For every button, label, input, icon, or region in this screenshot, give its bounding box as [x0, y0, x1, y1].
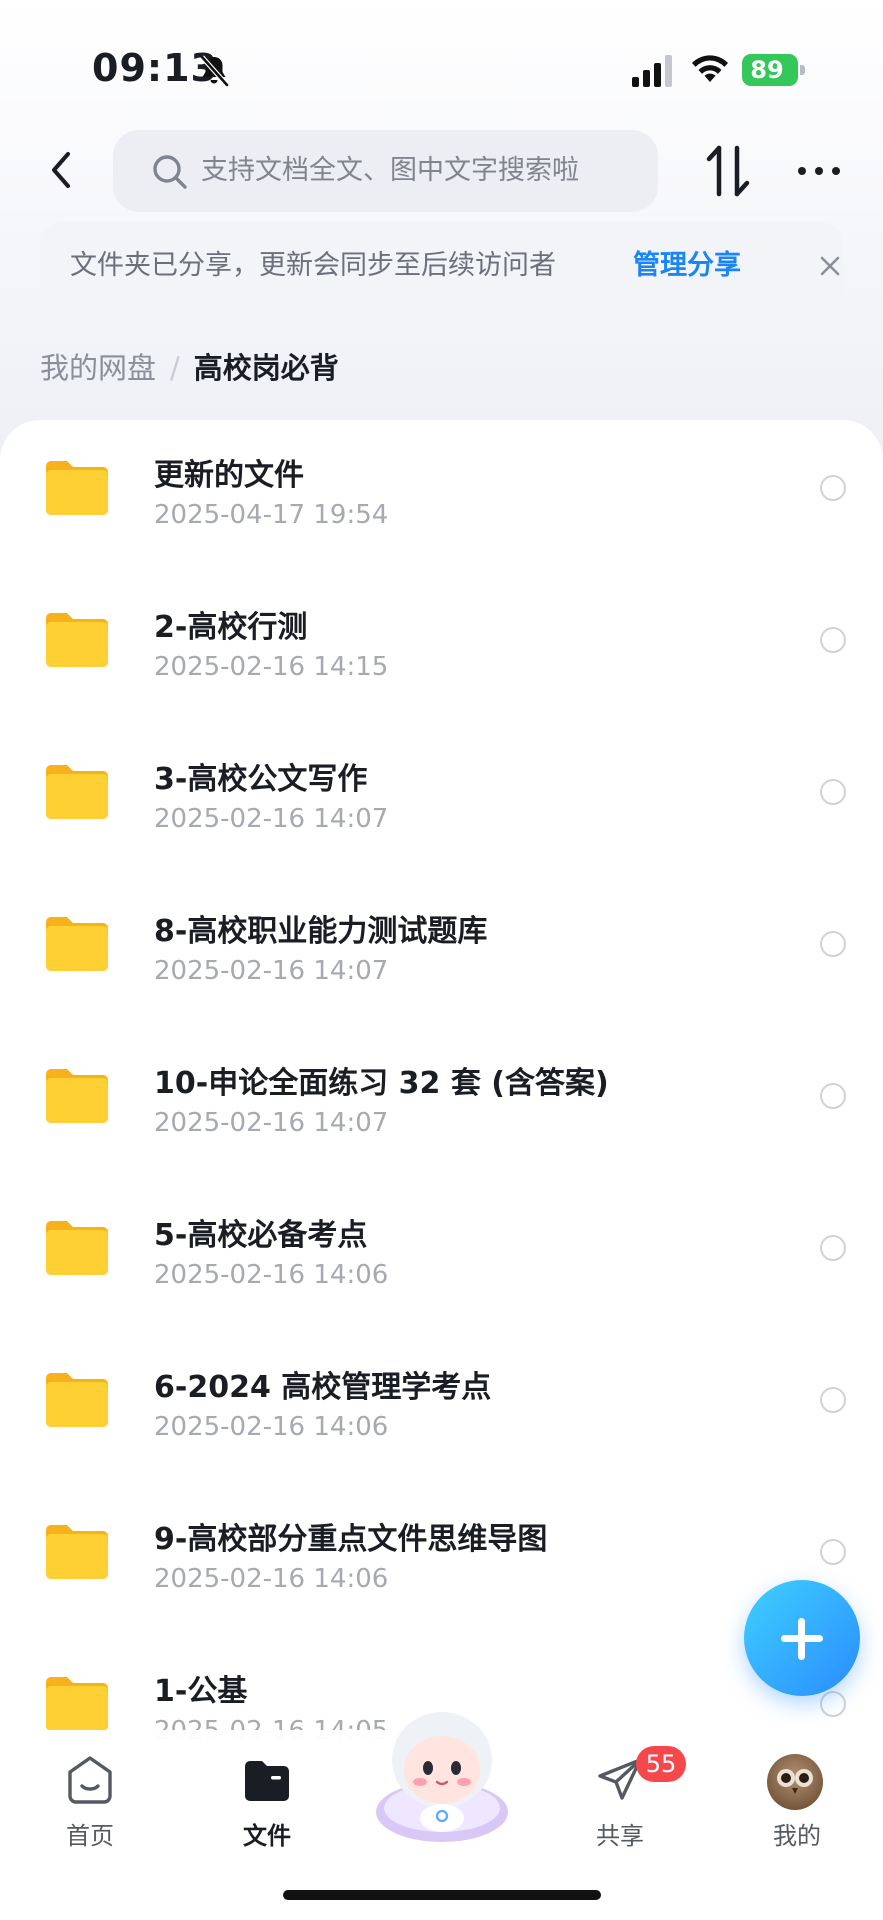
- folder-date: 2025-02-16 14:07: [154, 1108, 389, 1138]
- breadcrumb-current: 高校岗必背: [193, 351, 339, 385]
- folder-icon: [46, 613, 108, 667]
- tab-files[interactable]: 文件: [207, 1754, 327, 1864]
- folder-name: 1-公基: [154, 1674, 248, 1709]
- folder-icon: [46, 461, 108, 515]
- plus-icon-vertical: [798, 1618, 805, 1660]
- folder-date: 2025-02-16 14:06: [154, 1564, 389, 1594]
- select-checkbox[interactable]: [820, 1083, 846, 1109]
- back-button[interactable]: [40, 140, 84, 200]
- home-indicator: [283, 1890, 601, 1900]
- folder-date: 2025-02-16 14:15: [154, 652, 389, 682]
- avatar-face: [777, 1769, 813, 1794]
- select-checkbox[interactable]: [820, 1539, 846, 1565]
- breadcrumb: 我的网盘 / 高校岗必背: [40, 340, 339, 396]
- folder-row[interactable]: 6-2024 高校管理学考点 2025-02-16 14:06: [0, 1332, 883, 1484]
- select-checkbox[interactable]: [820, 627, 846, 653]
- folder-row[interactable]: 5-高校必备考点 2025-02-16 14:06: [0, 1180, 883, 1332]
- battery-indicator: 89: [742, 54, 806, 86]
- tab-home-label: 首页: [66, 1822, 114, 1850]
- wifi-icon: [692, 55, 728, 82]
- folder-icon: [46, 1677, 108, 1731]
- search-icon: [153, 155, 187, 189]
- folder-date: 2025-02-16 14:07: [154, 804, 389, 834]
- folder-name: 2-高校行测: [154, 610, 308, 645]
- folder-row[interactable]: 更新的文件 2025-04-17 19:54: [0, 420, 883, 572]
- select-checkbox[interactable]: [820, 1691, 846, 1717]
- tab-mine[interactable]: 我的: [737, 1754, 857, 1864]
- select-checkbox[interactable]: [820, 475, 846, 501]
- folder-name: 8-高校职业能力测试题库: [154, 914, 488, 949]
- folder-name: 10-申论全面练习 32 套 (含答案): [154, 1066, 609, 1101]
- sort-icon[interactable]: [705, 140, 753, 202]
- ai-assistant-mascot-icon[interactable]: [362, 1700, 522, 1850]
- select-checkbox[interactable]: [820, 1387, 846, 1413]
- bell-off-icon: [200, 55, 229, 87]
- folder-name: 9-高校部分重点文件思维导图: [154, 1522, 548, 1557]
- status-bar: 09:13 89: [0, 0, 883, 120]
- cellular-signal-icon: [632, 55, 672, 87]
- folder-name: 更新的文件: [154, 458, 304, 493]
- folder-icon: [46, 1069, 108, 1123]
- search-input[interactable]: 支持文档全文、图中文字搜索啦: [113, 130, 658, 212]
- breadcrumb-root[interactable]: 我的网盘: [40, 351, 156, 385]
- folder-row[interactable]: 8-高校职业能力测试题库 2025-02-16 14:07: [0, 876, 883, 1028]
- tab-files-label: 文件: [243, 1822, 291, 1850]
- folder-date: 2025-02-16 14:06: [154, 1412, 389, 1442]
- breadcrumb-separator: /: [170, 351, 180, 385]
- folder-icon: [46, 1373, 108, 1427]
- select-checkbox[interactable]: [820, 1235, 846, 1261]
- share-notice-text: 文件夹已分享，更新会同步至后续访问者: [70, 250, 556, 281]
- folder-icon: [46, 1525, 108, 1579]
- folder-date: 2025-02-16 14:07: [154, 956, 389, 986]
- avatar: [767, 1754, 823, 1810]
- folder-name: 3-高校公文写作: [154, 762, 368, 797]
- battery-cap: [800, 65, 805, 75]
- folder-row[interactable]: 10-申论全面练习 32 套 (含答案) 2025-02-16 14:07: [0, 1028, 883, 1180]
- manage-share-link[interactable]: 管理分享: [633, 222, 741, 310]
- folder-list: 更新的文件 2025-04-17 19:54 2-高校行测 2025-02-16…: [0, 420, 883, 1750]
- files-icon: [245, 1761, 289, 1801]
- folder-date: 2025-04-17 19:54: [154, 500, 389, 530]
- folder-icon: [46, 917, 108, 971]
- home-icon: [68, 1756, 112, 1804]
- folder-name: 5-高校必备考点: [154, 1218, 368, 1253]
- share-notice-banner: 文件夹已分享，更新会同步至后续访问者 管理分享: [40, 222, 843, 310]
- select-checkbox[interactable]: [820, 931, 846, 957]
- folder-icon: [46, 1221, 108, 1275]
- tab-home[interactable]: 首页: [30, 1754, 150, 1864]
- tab-mine-label: 我的: [773, 1822, 821, 1850]
- tab-share-label: 共享: [596, 1822, 644, 1850]
- folder-date: 2025-02-16 14:06: [154, 1260, 389, 1290]
- battery-percent: 89: [750, 56, 784, 84]
- more-options-icon[interactable]: [795, 150, 843, 192]
- folder-icon: [46, 765, 108, 819]
- add-button[interactable]: [744, 1580, 860, 1696]
- select-checkbox[interactable]: [820, 779, 846, 805]
- folder-name: 6-2024 高校管理学考点: [154, 1370, 492, 1405]
- folder-row[interactable]: 3-高校公文写作 2025-02-16 14:07: [0, 724, 883, 876]
- search-placeholder: 支持文档全文、图中文字搜索啦: [201, 155, 579, 186]
- folder-row[interactable]: 2-高校行测 2025-02-16 14:15: [0, 572, 883, 724]
- close-icon[interactable]: [816, 252, 844, 280]
- share-notification-badge: 55: [636, 1746, 686, 1782]
